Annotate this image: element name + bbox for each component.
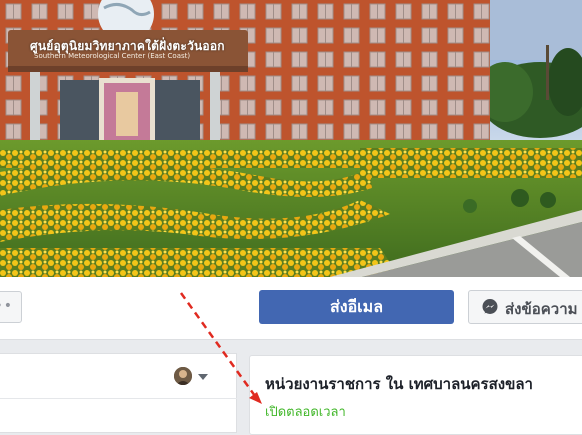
page-action-bar: ••• ส่งอีเมล ส่งข้อความ [0,277,582,340]
messenger-icon [482,299,498,315]
more-options-button[interactable]: ••• [0,291,22,323]
panel-divider [0,398,237,399]
more-options-icon: ••• [0,298,13,314]
send-message-label: ส่งข้อความ [505,300,578,318]
send-message-button[interactable]: ส่งข้อความ [468,290,582,324]
page-category[interactable]: หน่วยงานราชการ ใน เทศบาลนครสงขลา [265,372,533,396]
open-status: เปิดตลอดเวลา [265,405,346,420]
avatar[interactable] [174,367,192,385]
send-email-button[interactable]: ส่งอีเมล [259,290,454,324]
building-sign-english: Southern Meteorological Center (East Coa… [34,52,191,60]
cover-photo[interactable]: ศูนย์อุตุนิยมวิทยาภาคใต้ฝั่งตะวันออก Sou… [0,0,582,277]
caret-down-icon[interactable] [198,374,208,380]
post-composer-panel [0,353,237,433]
page-info-panel: หน่วยงานราชการ ใน เทศบาลนครสงขลา เปิดตลอ… [249,355,582,435]
